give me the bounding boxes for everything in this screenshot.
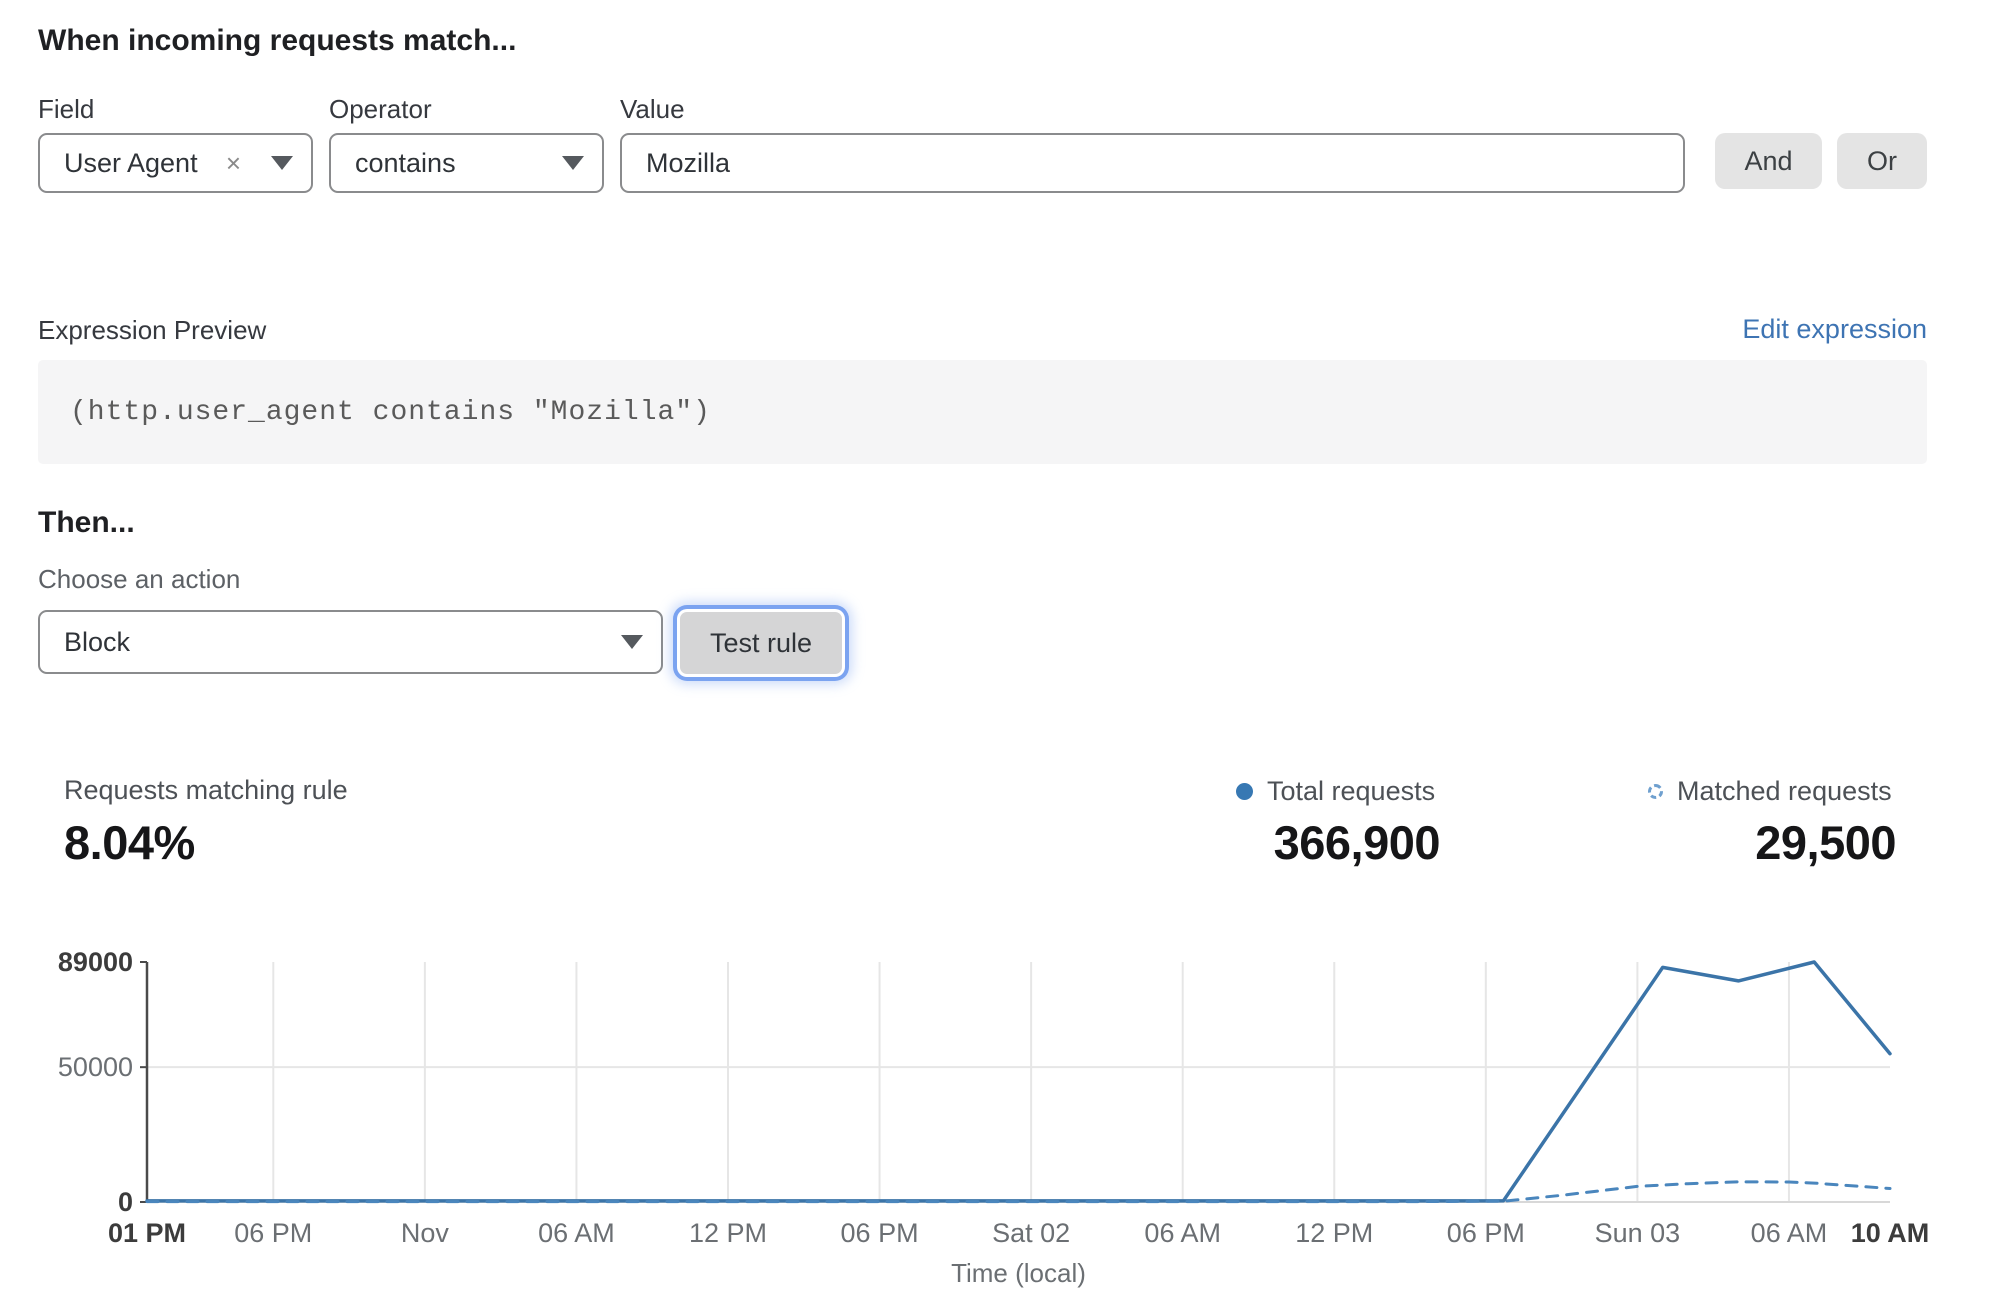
svg-text:06 AM: 06 AM — [538, 1218, 615, 1248]
and-button[interactable]: And — [1715, 133, 1822, 189]
requests-matching-label: Requests matching rule — [64, 775, 348, 806]
expression-code: (http.user_agent contains "Mozilla") — [38, 397, 711, 428]
svg-text:06 PM: 06 PM — [234, 1218, 312, 1248]
requests-matching-value: 8.04% — [64, 815, 195, 870]
chevron-down-icon — [562, 156, 584, 170]
value-label: Value — [620, 94, 685, 125]
svg-text:Time (local): Time (local) — [951, 1258, 1086, 1288]
expression-preview-label: Expression Preview — [38, 315, 266, 346]
svg-text:Sat 02: Sat 02 — [992, 1218, 1070, 1248]
total-requests-dot-icon — [1236, 783, 1253, 800]
operator-select-value: contains — [355, 148, 554, 179]
page-title: When incoming requests match... — [38, 24, 516, 58]
then-title: Then... — [38, 506, 135, 540]
operator-select[interactable]: contains — [329, 133, 604, 193]
svg-text:10 AM: 10 AM — [1851, 1218, 1930, 1248]
operator-label: Operator — [329, 94, 432, 125]
chevron-down-icon — [621, 635, 643, 649]
svg-text:Sun 03: Sun 03 — [1595, 1218, 1681, 1248]
firewall-rule-editor: When incoming requests match... Field Op… — [0, 0, 1999, 1295]
expression-preview-box: (http.user_agent contains "Mozilla") — [38, 360, 1927, 464]
matched-requests-circle-icon — [1648, 784, 1663, 799]
value-input[interactable] — [620, 133, 1685, 193]
matched-requests-value: 29,500 — [1596, 815, 1896, 870]
matched-requests-label: Matched requests — [1677, 776, 1892, 807]
svg-text:06 PM: 06 PM — [841, 1218, 919, 1248]
legend-total-requests[interactable]: Total requests — [1236, 776, 1435, 807]
action-select[interactable]: Block — [38, 610, 663, 674]
svg-text:12 PM: 12 PM — [689, 1218, 767, 1248]
choose-action-label: Choose an action — [38, 564, 240, 595]
svg-text:Nov: Nov — [401, 1218, 450, 1248]
requests-chart: 89000 50000 001 PM 06 PM Nov 06 AM 12 PM 06 PM S… — [0, 930, 1999, 1295]
svg-text:06 PM: 06 PM — [1447, 1218, 1525, 1248]
field-label: Field — [38, 94, 94, 125]
svg-text:01 PM: 01 PM — [108, 1218, 186, 1248]
field-select[interactable]: User Agent × — [38, 133, 313, 193]
test-rule-button[interactable]: Test rule — [680, 612, 842, 674]
total-requests-value: 366,900 — [1140, 815, 1440, 870]
svg-text:06 AM: 06 AM — [1144, 1218, 1221, 1248]
chevron-down-icon — [271, 156, 293, 170]
legend-matched-requests[interactable]: Matched requests — [1648, 776, 1892, 807]
svg-text:06 AM: 06 AM — [1751, 1218, 1828, 1248]
field-select-value: User Agent — [64, 148, 226, 179]
or-button[interactable]: Or — [1837, 133, 1927, 189]
svg-text:12 PM: 12 PM — [1295, 1218, 1373, 1248]
action-select-value: Block — [64, 627, 613, 658]
svg-text:89000: 89000 — [58, 947, 133, 977]
svg-text:0: 0 — [118, 1187, 133, 1217]
clear-icon[interactable]: × — [226, 148, 241, 179]
svg-text:50000: 50000 — [58, 1052, 133, 1082]
total-requests-label: Total requests — [1267, 776, 1435, 807]
edit-expression-link[interactable]: Edit expression — [1742, 314, 1927, 345]
